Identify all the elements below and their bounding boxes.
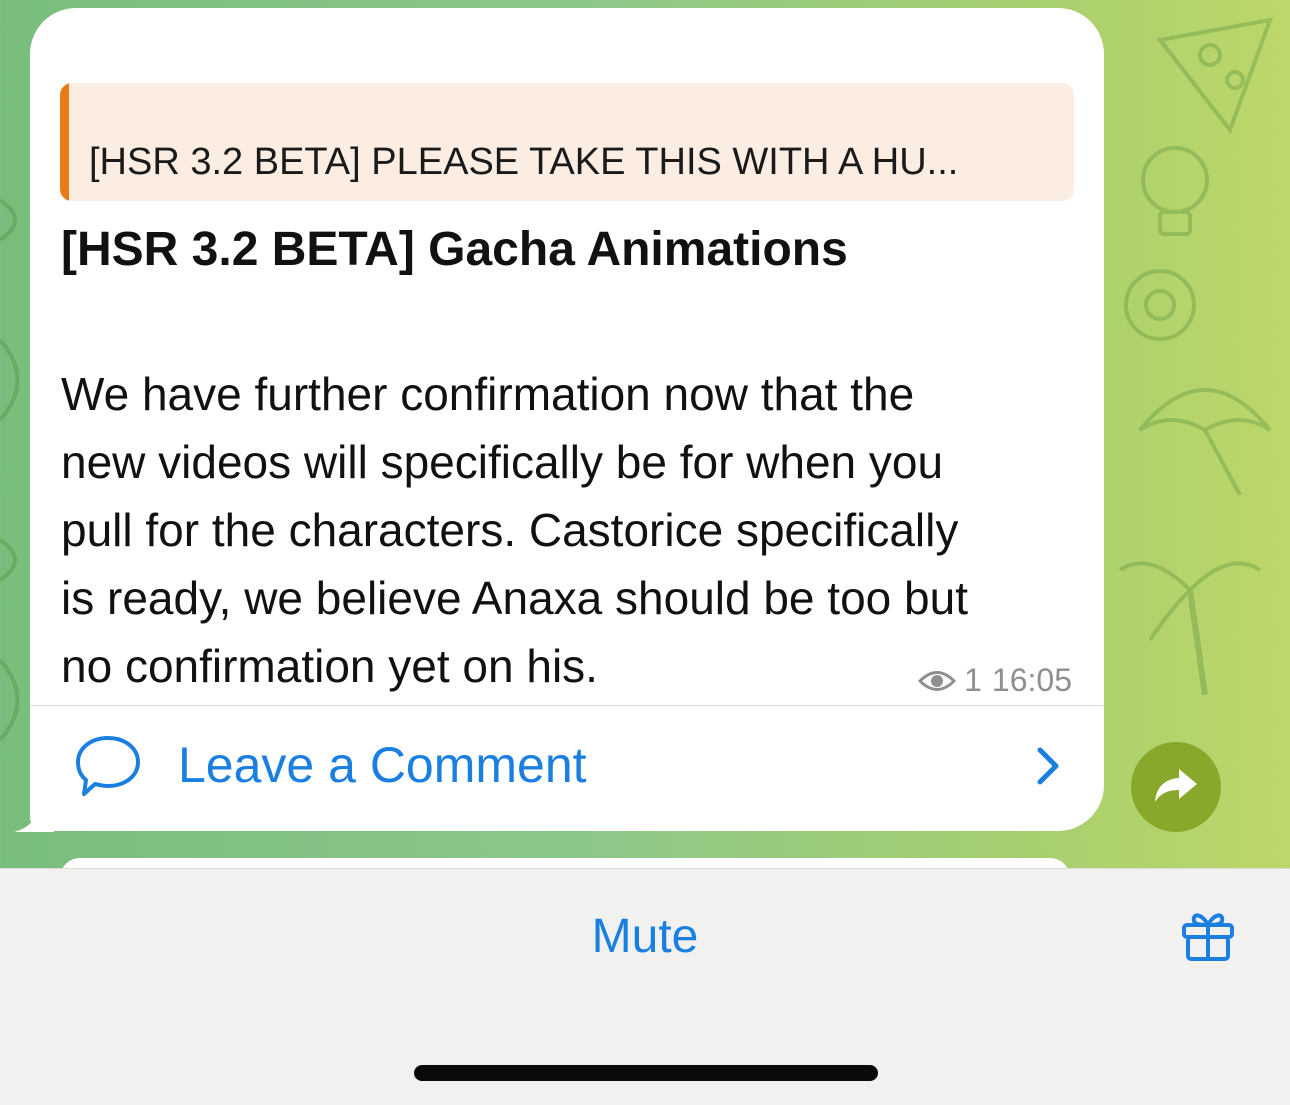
post-body: We have further confirmation now that th… xyxy=(61,360,1081,700)
message-meta: 1 16:05 xyxy=(918,662,1072,699)
post-body-line: is ready, we believe Anaxa should be too… xyxy=(61,572,968,624)
leave-comment-label: Leave a Comment xyxy=(178,737,587,793)
mute-button[interactable]: Mute xyxy=(592,910,699,963)
leave-comment-button[interactable]: Leave a Comment xyxy=(30,706,1104,831)
mute-button-row: Mute xyxy=(0,909,1290,964)
post-body-line: pull for the characters. Castorice speci… xyxy=(61,504,959,556)
home-indicator xyxy=(414,1065,878,1081)
lightbulb-doodle-icon xyxy=(1141,146,1209,236)
post-title: [HSR 3.2 BETA] Gacha Animations xyxy=(61,223,848,276)
reply-quote[interactable]: [HSR 3.2 BETA] PLEASE TAKE THIS WITH A H… xyxy=(60,83,1074,201)
umbrella-doodle-icon xyxy=(1138,388,1272,496)
share-arrow-icon xyxy=(1153,765,1199,810)
reply-quote-text: [HSR 3.2 BETA] PLEASE TAKE THIS WITH A H… xyxy=(89,141,959,183)
channel-post-bubble[interactable]: [HSR 3.2 BETA] PLEASE TAKE THIS WITH A H… xyxy=(30,8,1104,831)
post-body-line: We have further confirmation now that th… xyxy=(61,368,915,420)
message-time: 16:05 xyxy=(991,662,1072,698)
ball-doodle-icon xyxy=(1124,269,1196,341)
view-count: 1 xyxy=(964,662,982,698)
gift-icon xyxy=(1178,913,1238,969)
pizza-doodle-icon xyxy=(1156,17,1274,135)
gift-button[interactable] xyxy=(1178,905,1238,970)
share-button[interactable] xyxy=(1131,742,1221,832)
palm-tree-doodle-icon xyxy=(1118,561,1262,696)
chevron-right-icon xyxy=(1036,746,1060,791)
speech-bubble-icon xyxy=(74,734,142,803)
post-body-line: new videos will specifically be for when… xyxy=(61,436,944,488)
eye-icon xyxy=(918,668,957,694)
bottom-bar: Mute xyxy=(0,868,1290,1105)
reply-quote-bar xyxy=(60,83,69,201)
bubble-tail xyxy=(14,800,54,832)
